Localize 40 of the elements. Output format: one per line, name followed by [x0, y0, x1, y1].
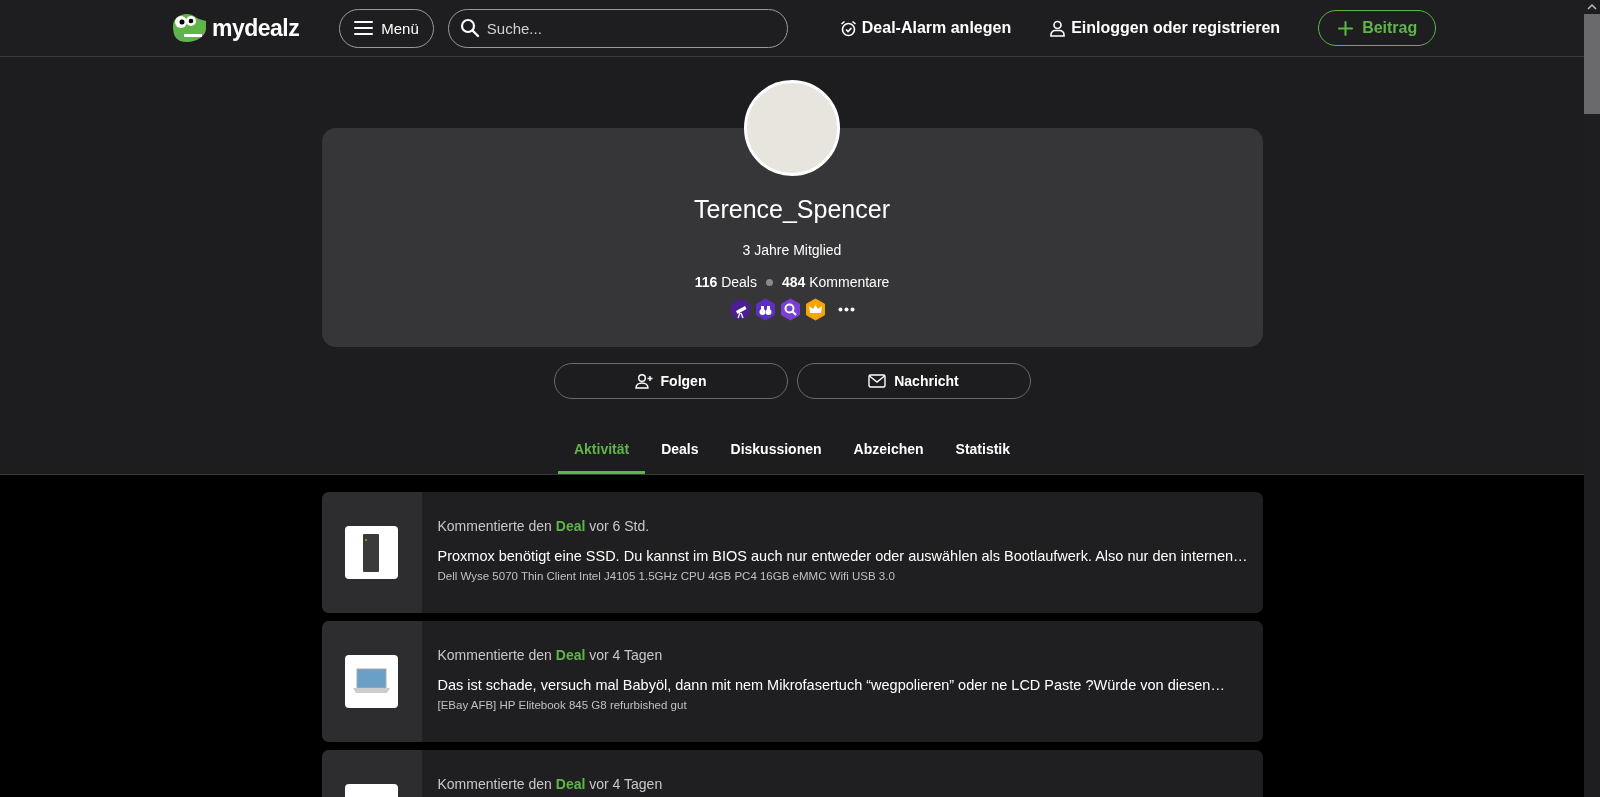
scrollbar-thumb[interactable]	[1584, 14, 1600, 114]
activity-meta: Kommentierte den Deal vor 4 Tagen	[437, 776, 663, 792]
deal-title[interactable]: Dell Wyse 5070 Thin Client Intel J4105 1.5GHz CPU 4GB PC4 16GB eMMC Wifi USB 3.0	[437, 570, 1248, 582]
laptop-thumbnail[interactable]	[345, 655, 398, 708]
menu-icon	[354, 21, 374, 35]
envelope-icon	[868, 373, 887, 389]
achievement-badge-icon[interactable]	[729, 298, 751, 321]
activity-meta: Kommentierte den Deal vor 4 Tagen	[437, 647, 664, 663]
tab[interactable]: Deals	[645, 441, 715, 474]
membership-text: 3 Jahre Mitglied	[742, 242, 842, 258]
tab[interactable]: Abzeichen	[837, 441, 940, 474]
search-icon	[459, 17, 480, 38]
person-icon	[1049, 19, 1067, 37]
alarm-clock-icon	[839, 19, 857, 37]
comment-text[interactable]: Das ist schade, versuch mal Babyöl, dann mit nem Mikrofasertuch “wegpolieren” oder ne LCD Paste ?Würde von diesen…	[437, 677, 1225, 693]
deal-link[interactable]: Deal	[555, 776, 586, 792]
tab[interactable]: Diskussionen	[714, 441, 838, 474]
tab[interactable]: Statistik	[939, 441, 1027, 474]
plus-icon	[1337, 19, 1355, 37]
separator-dot	[765, 278, 773, 286]
stat-text[interactable]: 484 Kommentare	[781, 274, 890, 290]
activity-meta: Kommentierte den Deal vor 6 Std.	[437, 518, 651, 534]
deal-link[interactable]: Deal	[555, 647, 586, 663]
login-link[interactable]: Einloggen oder registrieren	[1049, 19, 1281, 37]
crocodile-logo-icon[interactable]	[170, 12, 208, 44]
username: Terence_Spencer	[694, 195, 890, 224]
achievement-badge-icon[interactable]	[804, 298, 826, 321]
stat-text[interactable]: 116 Deals	[694, 274, 757, 290]
deal-title[interactable]: [EBay AFB] HP Elitebook 845 G8 refurbished gut	[437, 699, 1225, 711]
logo-text[interactable]: mydealz	[212, 14, 300, 42]
tab[interactable]: Aktivität	[557, 441, 646, 474]
comment-text[interactable]: Proxmox benötigt eine SSD. Du kannst im BIOS auch nur entweder oder auswählen als Bootlaufwerk. Also nur den internen…	[437, 548, 1248, 564]
add-person-icon	[634, 373, 653, 389]
mini-pc-thumbnail[interactable]	[345, 526, 398, 579]
deal-link[interactable]: Deal	[555, 518, 586, 534]
achievement-badge-icon[interactable]	[754, 298, 776, 321]
more-dots-icon[interactable]	[837, 307, 855, 312]
search-field[interactable]: Suche...	[447, 8, 788, 48]
achievement-badge-icon[interactable]	[779, 298, 801, 321]
deal-alarm-link[interactable]: Deal-Alarm anlegen	[839, 19, 1012, 37]
